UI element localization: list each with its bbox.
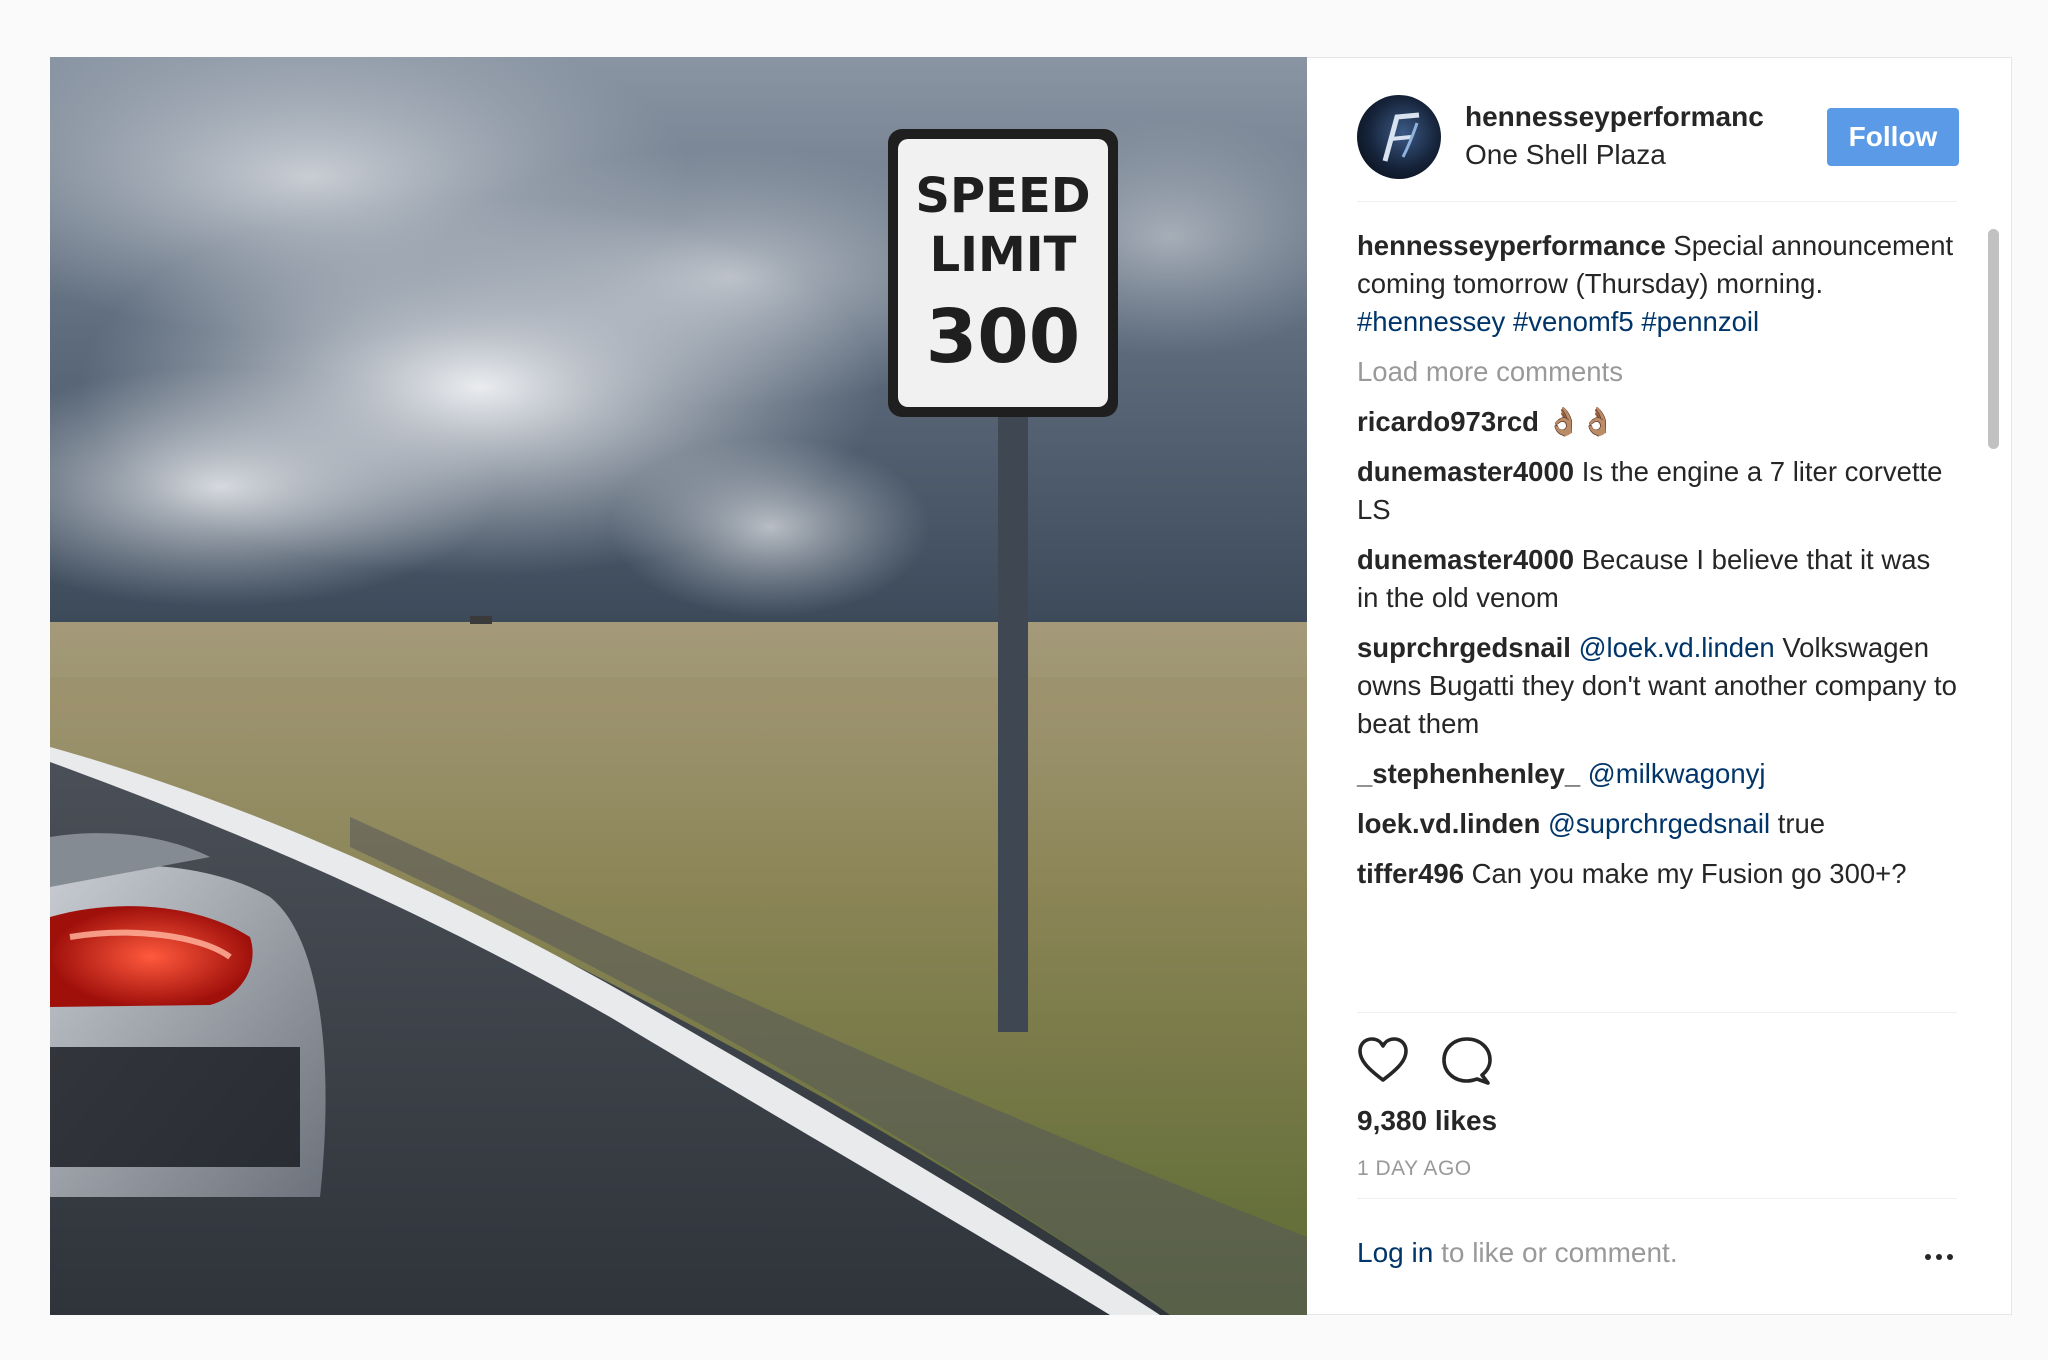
- comment-item: tiffer496 Can you make my Fusion go 300+…: [1357, 855, 1957, 893]
- sign-line-1: SPEED: [915, 168, 1090, 224]
- more-options-button[interactable]: [1925, 1249, 1961, 1265]
- heart-icon: [1358, 1037, 1408, 1082]
- avatar[interactable]: [1357, 95, 1441, 179]
- post-username[interactable]: hennesseyperformanc: [1465, 101, 1764, 133]
- follow-button[interactable]: Follow: [1827, 108, 1959, 166]
- caption-username[interactable]: hennesseyperformance: [1357, 230, 1666, 261]
- login-prompt-text: to like or comment.: [1433, 1237, 1678, 1268]
- comment-text: 👌🏽👌🏽: [1546, 406, 1616, 437]
- post-actions: [1357, 1035, 1557, 1095]
- comments-scrollbar-thumb[interactable]: [1988, 229, 1999, 449]
- comment-item: dunemaster4000 Is the engine a 7 liter c…: [1357, 453, 1957, 529]
- comment-username[interactable]: loek.vd.linden: [1357, 808, 1540, 839]
- login-prompt: Log in to like or comment.: [1357, 1237, 1678, 1269]
- comments-list: hennesseyperformance Special announcemen…: [1357, 227, 1957, 1011]
- comment-item: _stephenhenley_ @milkwagonyj: [1357, 755, 1957, 793]
- comment-item: loek.vd.linden @suprchrgedsnail true: [1357, 805, 1957, 843]
- comment-text: true: [1777, 808, 1826, 839]
- comment-username[interactable]: ricardo973rcd: [1357, 406, 1539, 437]
- comment-item: suprchrgedsnail @loek.vd.linden Volkswag…: [1357, 629, 1957, 743]
- post-header: hennesseyperformanc One Shell Plaza Foll…: [1357, 95, 1959, 202]
- comment-item: ricardo973rcd 👌🏽👌🏽: [1357, 403, 1957, 441]
- likes-count[interactable]: 9,380 likes: [1357, 1105, 1497, 1137]
- hashtag-link[interactable]: #pennzoil: [1641, 306, 1759, 337]
- post-location[interactable]: One Shell Plaza: [1465, 139, 1666, 171]
- more-dots-icon: [1936, 1254, 1942, 1260]
- sign-line-3: 300: [926, 294, 1080, 380]
- comment-button[interactable]: [1441, 1035, 1493, 1087]
- logo-icon: [1382, 112, 1420, 162]
- load-more-comments[interactable]: Load more comments: [1357, 353, 1957, 391]
- photo-scene: SPEED LIMIT 300: [50, 57, 1307, 1315]
- post-timestamp[interactable]: 1 DAY AGO: [1357, 1157, 1472, 1181]
- like-button[interactable]: [1357, 1035, 1409, 1087]
- hashtag-link[interactable]: #venomf5: [1513, 306, 1634, 337]
- more-dots-icon: [1947, 1254, 1953, 1260]
- comment-username[interactable]: suprchrgedsnail: [1357, 632, 1571, 663]
- comment-bubble-icon: [1442, 1037, 1492, 1085]
- comment-username[interactable]: dunemaster4000: [1357, 456, 1574, 487]
- comment-mention[interactable]: @loek.vd.linden: [1579, 632, 1775, 663]
- comment-mention[interactable]: @suprchrgedsnail: [1548, 808, 1770, 839]
- caption: hennesseyperformance Special announcemen…: [1357, 227, 1957, 341]
- login-link[interactable]: Log in: [1357, 1237, 1433, 1268]
- comment-text: Can you make my Fusion go 300+?: [1471, 858, 1907, 889]
- comment-item: dunemaster4000 Because I believe that it…: [1357, 541, 1957, 617]
- post-sidebar: hennesseyperformanc One Shell Plaza Foll…: [1307, 57, 2012, 1315]
- section-divider: [1357, 1012, 1957, 1013]
- comment-mention[interactable]: @milkwagonyj: [1588, 758, 1766, 789]
- comment-username[interactable]: _stephenhenley_: [1357, 758, 1580, 789]
- post-photo[interactable]: SPEED LIMIT 300: [50, 57, 1307, 1315]
- hashtag-link[interactable]: #hennessey: [1357, 306, 1505, 337]
- comment-username[interactable]: tiffer496: [1357, 858, 1464, 889]
- comment-username[interactable]: dunemaster4000: [1357, 544, 1574, 575]
- section-divider: [1357, 1198, 1957, 1199]
- sign-line-2: LIMIT: [930, 227, 1077, 283]
- more-dots-icon: [1925, 1254, 1931, 1260]
